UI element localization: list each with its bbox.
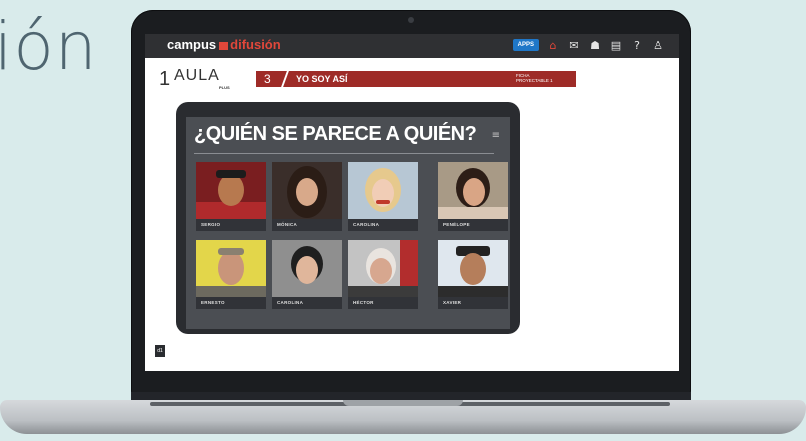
person-photo	[272, 240, 342, 297]
unit-banner: 3 YO SOY ASÍ FICHA PROYECTABLE 1	[256, 68, 576, 90]
person-name: XAVIER	[438, 297, 508, 309]
person-photo	[438, 162, 508, 219]
mail-icon[interactable]: ✉	[567, 38, 581, 52]
person-card[interactable]: PENÉLOPE	[438, 162, 508, 234]
book-icon[interactable]: ▤	[609, 38, 623, 52]
unit-number: 3	[264, 72, 271, 86]
menu-icon[interactable]: ≡	[492, 130, 500, 141]
person-name: PENÉLOPE	[438, 219, 508, 231]
person-photo	[348, 162, 418, 219]
topbar-icons: APPS ⌂ ✉ ☗ ▤ ? ♙	[512, 38, 665, 52]
tablet-frame: ¿QUIÉN SE PARECE A QUIÉN? ≡ SERGIO MÓNIC…	[176, 102, 520, 334]
person-card[interactable]: MÓNICA	[272, 162, 342, 234]
background-heading-fragment: ión	[0, 8, 98, 85]
laptop-lid: campus difusión APPS ⌂ ✉ ☗ ▤ ? ♙ 1 AULA P…	[131, 10, 691, 395]
apps-button[interactable]: APPS	[512, 39, 539, 51]
logo-mark-icon	[219, 41, 229, 50]
unit-title: YO SOY ASÍ	[296, 74, 348, 84]
person-name: CAROLINA	[348, 219, 418, 231]
person-photo	[438, 240, 508, 297]
user-icon[interactable]: ♙	[651, 38, 665, 52]
person-card[interactable]: XAVIER	[438, 240, 508, 312]
person-photo	[272, 162, 342, 219]
person-name: ERNESTO	[196, 297, 266, 309]
campus-difusion-logo[interactable]: campus difusión	[167, 37, 281, 52]
app-topbar: campus difusión APPS ⌂ ✉ ☗ ▤ ? ♙	[145, 34, 679, 58]
person-card[interactable]: SERGIO	[196, 162, 266, 234]
aula-number: 1	[159, 68, 171, 90]
help-icon[interactable]: ?	[630, 38, 644, 52]
ficha-line2: PROYECTABLE 1	[516, 78, 553, 83]
person-name: CAROLINA	[272, 297, 342, 309]
logo-text-campus: campus	[167, 37, 217, 52]
home-icon[interactable]: ⌂	[546, 38, 560, 52]
laptop-screen: campus difusión APPS ⌂ ✉ ☗ ▤ ? ♙ 1 AULA P…	[145, 34, 679, 371]
title-divider	[194, 153, 494, 154]
person-card[interactable]: CAROLINA	[272, 240, 342, 312]
logo-text-difusion: difusión	[230, 37, 281, 52]
person-photo	[348, 240, 418, 297]
base-notch	[343, 400, 463, 406]
page-content: 1 AULA PLUS 3 YO SOY ASÍ FICHA PROYECTAB…	[145, 58, 679, 371]
person-card[interactable]: CAROLINA	[348, 162, 418, 234]
person-name: HÉCTOR	[348, 297, 418, 309]
person-photo	[196, 162, 266, 219]
aula-title: AULA	[174, 67, 220, 84]
unit-divider	[279, 68, 291, 90]
group-icon[interactable]: ☗	[588, 38, 602, 52]
tablet-screen: ¿QUIÉN SE PARECE A QUIÉN? ≡ SERGIO MÓNIC…	[186, 117, 510, 329]
webcam-icon	[408, 17, 414, 23]
ficha-label: FICHA PROYECTABLE 1	[516, 73, 553, 83]
difusion-footer-logo: d1	[155, 345, 165, 357]
person-card[interactable]: HÉCTOR	[348, 240, 418, 312]
person-card[interactable]: ERNESTO	[196, 240, 266, 312]
person-name: SERGIO	[196, 219, 266, 231]
person-name: MÓNICA	[272, 219, 342, 231]
person-photo	[196, 240, 266, 297]
activity-title: ¿QUIÉN SE PARECE A QUIÉN?	[194, 123, 477, 145]
aula-plus-label: PLUS	[219, 85, 230, 90]
